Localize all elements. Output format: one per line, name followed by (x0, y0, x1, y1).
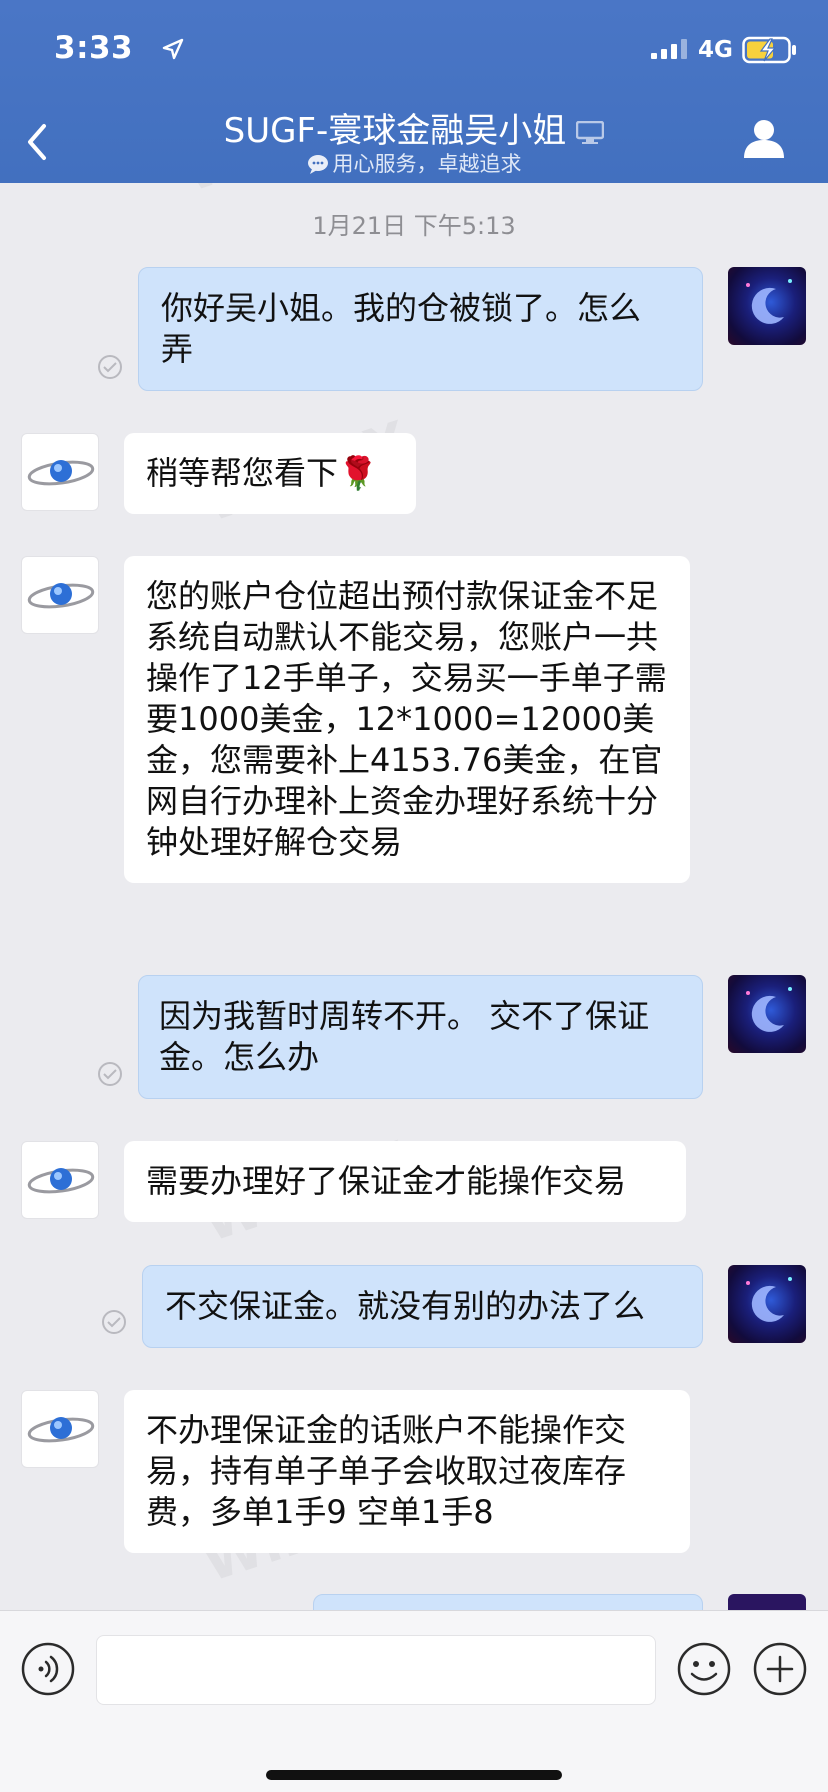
plus-icon[interactable] (752, 1641, 808, 1697)
my-avatar[interactable] (728, 267, 806, 345)
signature-text: 用心服务，卓越追求 (332, 152, 522, 176)
contact-signature: 用心服务，卓越追求 (0, 148, 828, 178)
message-bubble-incoming[interactable]: 不办理保证金的话账户不能操作交易，持有单子单子会收取过夜库存费，多单1手9 空单… (124, 1390, 690, 1553)
chat-timestamp: 1月21日 下午5:13 (312, 212, 516, 240)
profile-icon[interactable] (742, 118, 786, 158)
globe-orbit-logo-icon (27, 583, 95, 609)
read-check-icon (98, 1062, 122, 1086)
message-bubble-incoming[interactable]: 稍等帮您看下🌹 (124, 433, 416, 514)
emoji-icon[interactable] (676, 1641, 732, 1697)
battery-charging-icon (742, 36, 796, 64)
globe-orbit-logo-icon (27, 1168, 95, 1194)
message-bubble-incoming[interactable]: 您的账户仓位超出预付款保证金不足系统自动默认不能交易，您账户一共操作了12手单子… (124, 556, 690, 883)
speech-bubble-icon (307, 155, 328, 174)
cellular-signal-icon (651, 39, 687, 59)
message-bubble-outgoing[interactable]: 你好吴小姐。我的仓被锁了。怎么弄 (138, 267, 703, 391)
my-avatar[interactable] (728, 975, 806, 1053)
contact-title: SUGF-寰球金融吴小姐 (0, 103, 828, 152)
voice-input-icon[interactable] (20, 1641, 76, 1697)
read-check-icon (98, 355, 122, 379)
desktop-online-icon (576, 120, 605, 144)
chat-screen: WikiFX WikiFX WikiFX WikiFX WikiFX 3:33 … (0, 0, 828, 1792)
globe-orbit-logo-icon (27, 1417, 95, 1443)
message-bubble-incoming[interactable]: 需要办理好了保证金才能操作交易 (124, 1141, 686, 1222)
nav-header: 3:33 4G SUGF-寰球金融吴小姐 用心服务，卓越追求 (0, 0, 828, 183)
message-bubble-outgoing[interactable]: 因为我暂时周转不开。 交不了保证金。怎么办 (138, 975, 703, 1099)
read-check-icon (102, 1310, 126, 1334)
globe-orbit-logo-icon (27, 460, 95, 486)
moon-image-icon (746, 987, 792, 1032)
agent-avatar[interactable] (21, 556, 99, 634)
agent-avatar[interactable] (21, 1390, 99, 1468)
home-indicator[interactable] (266, 1770, 562, 1780)
status-time: 3:33 (54, 30, 134, 66)
message-bubble-outgoing[interactable]: 不交保证金。就没有别的办法了么 (142, 1265, 703, 1348)
my-avatar[interactable] (728, 1265, 806, 1343)
location-arrow-icon (162, 38, 184, 60)
contact-name-text: SUGF-寰球金融吴小姐 (223, 111, 567, 151)
agent-avatar[interactable] (21, 1141, 99, 1219)
moon-image-icon (746, 1277, 792, 1322)
agent-avatar[interactable] (21, 433, 99, 511)
input-bar (0, 1610, 828, 1792)
network-type: 4G (698, 37, 733, 63)
message-input[interactable] (96, 1635, 656, 1705)
moon-image-icon (746, 279, 792, 324)
